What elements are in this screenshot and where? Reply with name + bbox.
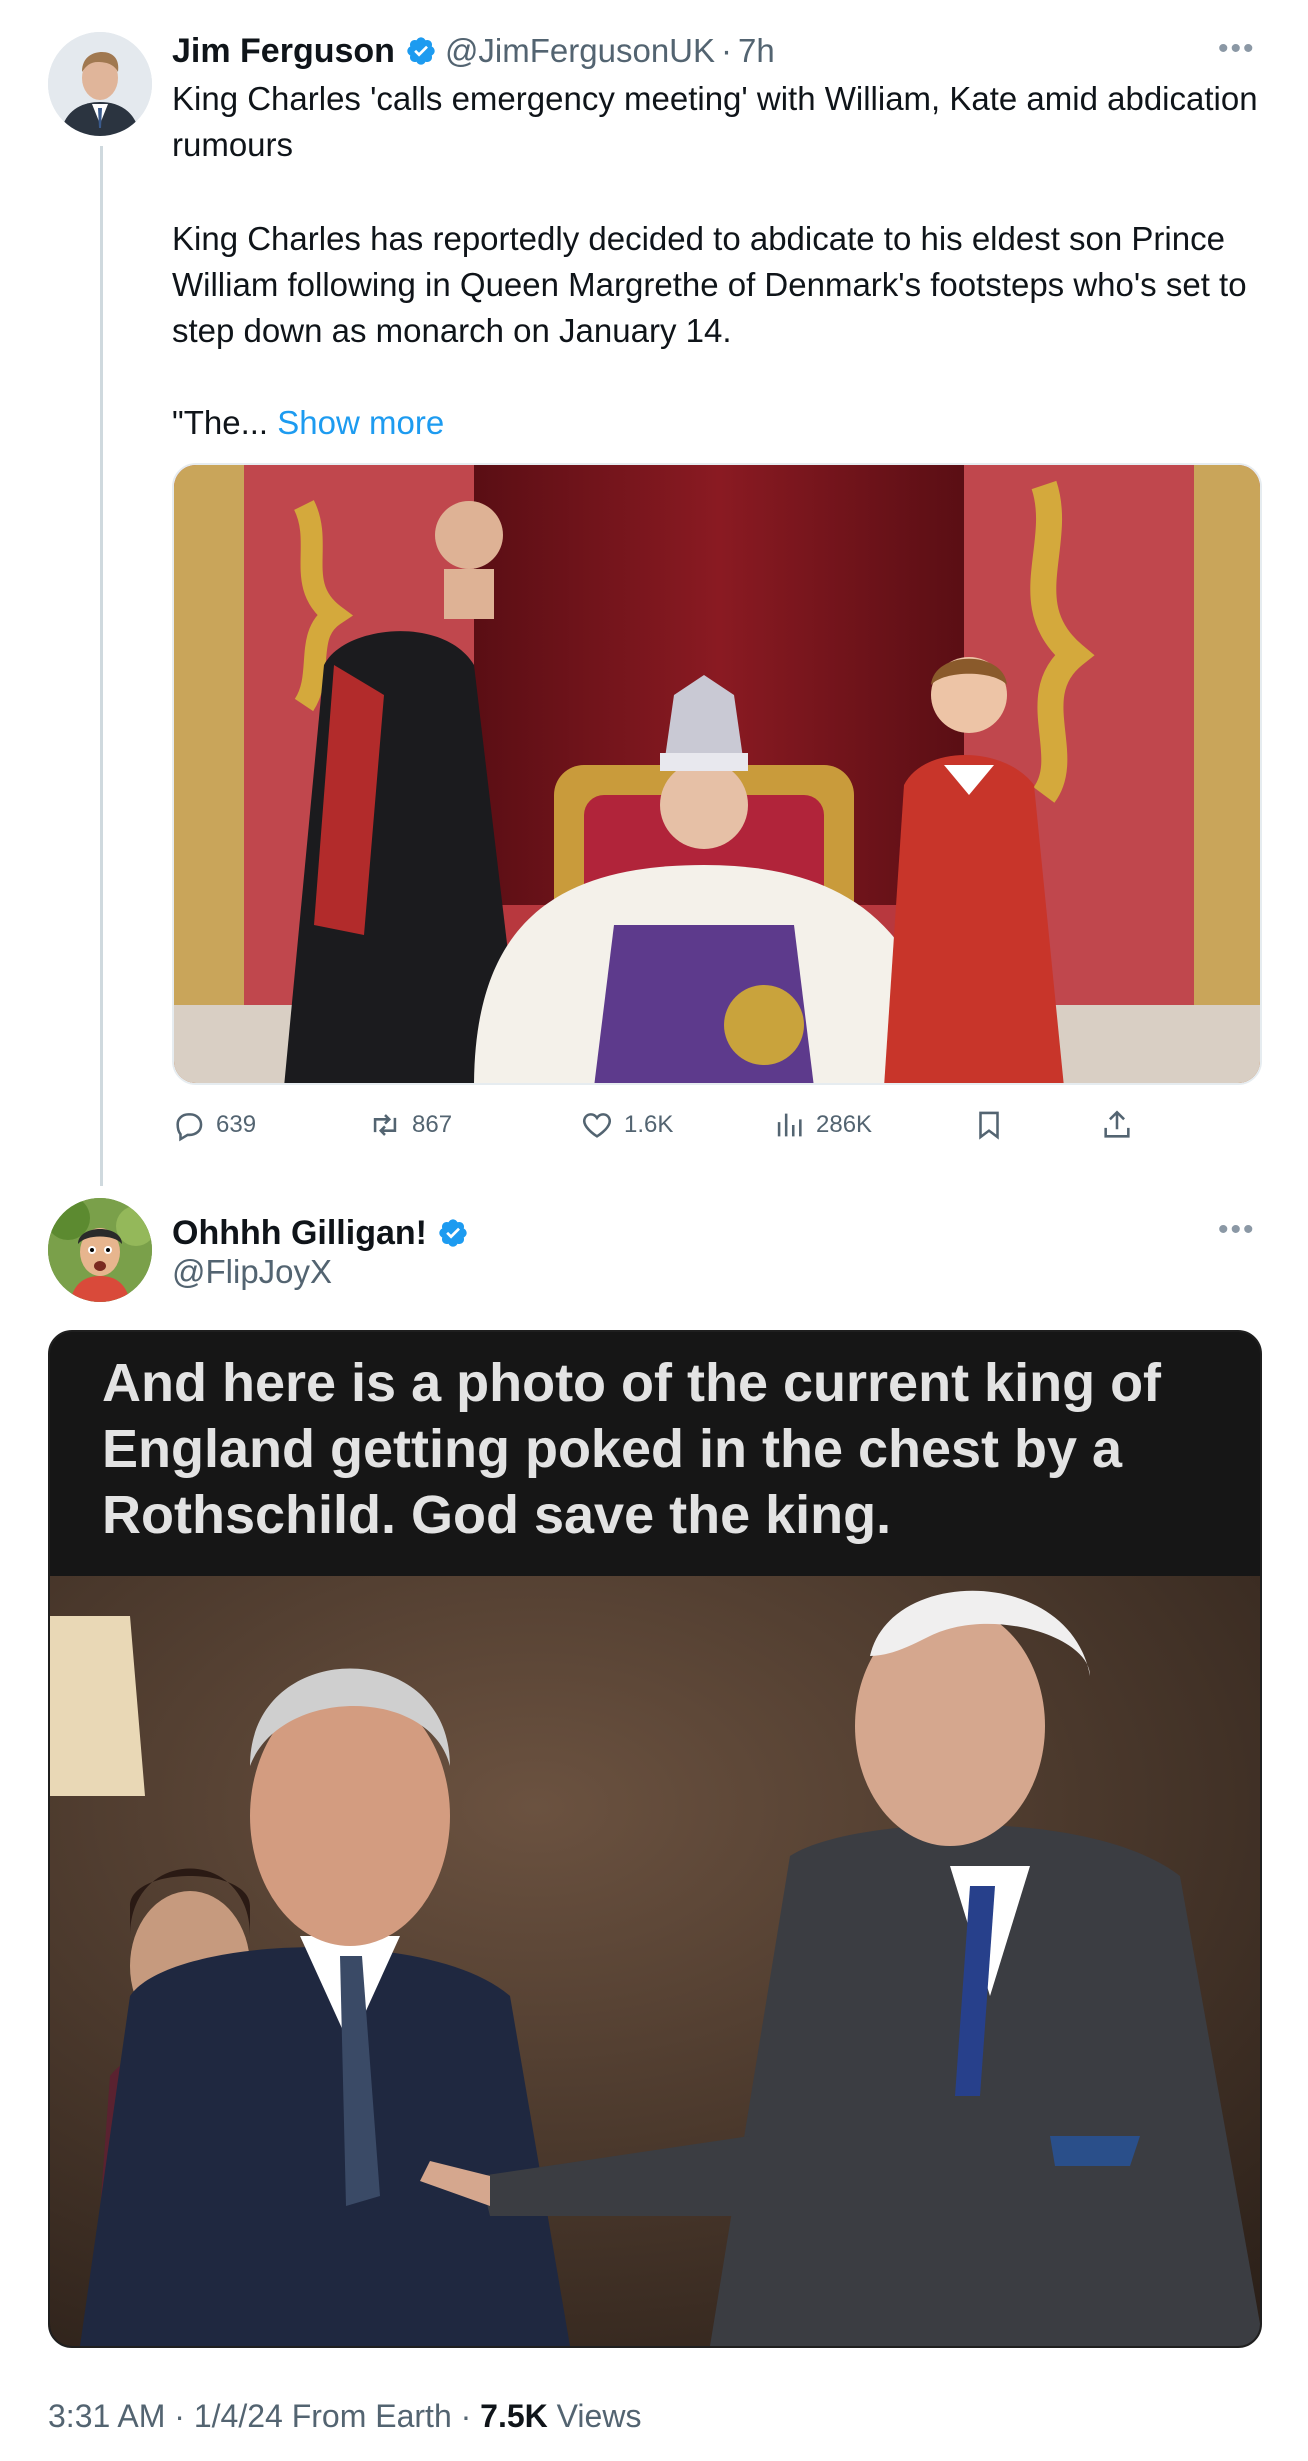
meme-photo-image (50, 1576, 1260, 2346)
tweet2-image-meme[interactable]: And here is a photo of the current king … (48, 1330, 1262, 2348)
tweet2-handle[interactable]: @FlipJoyX (172, 1253, 332, 1291)
like-count: 1.6K (624, 1111, 674, 1138)
royal-portrait-image (174, 465, 1260, 1083)
tweet2-display-name[interactable]: Ohhhh Gilligan! (172, 1214, 427, 1253)
reply-button[interactable]: 639 (172, 1105, 256, 1145)
reply-count: 639 (216, 1111, 257, 1138)
views-count: 286K (816, 1111, 873, 1138)
share-icon (1104, 1110, 1130, 1138)
tweet1-truncated: "The... Show more (172, 400, 1262, 446)
show-more-link[interactable]: Show more (277, 404, 444, 441)
views-button[interactable]: 286K (772, 1105, 872, 1145)
separator-dot: · (721, 32, 733, 69)
thread-connector-line (100, 146, 103, 1186)
tweet1-body: King Charles has reportedly decided to a… (172, 220, 1247, 349)
meme-caption: And here is a photo of the current king … (102, 1353, 1162, 1545)
avatar[interactable] (48, 1198, 152, 1302)
tweet1-headline: King Charles 'calls emergency meeting' w… (172, 80, 1258, 163)
avatar-cartoon-icon (48, 1198, 152, 1302)
avatar-portrait-icon (48, 32, 152, 136)
verified-badge-icon (437, 1217, 469, 1249)
repost-button[interactable]: 867 (368, 1105, 452, 1145)
tweet2-views-label: Views (547, 2398, 642, 2434)
tweet2-timestamp[interactable]: 3:31 AM · 1/4/24 From Earth · (48, 2398, 480, 2434)
avatar[interactable] (48, 32, 152, 136)
tweet2-meta: 3:31 AM · 1/4/24 From Earth · 7.5K Views (48, 2398, 641, 2435)
bookmark-button[interactable] (972, 1105, 1016, 1145)
like-button[interactable]: 1.6K (580, 1105, 673, 1145)
bookmark-icon (979, 1111, 999, 1140)
repost-icon (373, 1114, 397, 1136)
repost-count: 867 (412, 1111, 453, 1138)
like-icon (582, 1113, 612, 1138)
tweet1-handle[interactable]: @JimFergusonUK (445, 32, 715, 70)
tweet1-timestamp[interactable]: 7h (738, 32, 775, 70)
reply-icon (176, 1113, 203, 1142)
tweet1-action-bar: 639 867 1.6K 286K (172, 1105, 1172, 1145)
verified-badge-icon (405, 35, 437, 67)
more-dots-icon[interactable]: ••• (1218, 32, 1256, 66)
tweet2-header: Ohhhh Gilligan! (172, 1210, 477, 1256)
meme-photo (50, 1576, 1260, 2346)
share-button[interactable] (1100, 1105, 1144, 1145)
views-chart-icon (777, 1113, 802, 1137)
tweet2-views-count: 7.5K (480, 2398, 548, 2434)
tweet1-truncated-text: "The... (172, 404, 278, 441)
tweet1-header: Jim Ferguson @JimFergusonUK · 7h (172, 28, 775, 74)
tweet1-photo-royal-portrait[interactable] (172, 463, 1262, 1085)
more-dots-icon[interactable]: ••• (1218, 1213, 1256, 1247)
tweet1-display-name[interactable]: Jim Ferguson (172, 32, 395, 71)
